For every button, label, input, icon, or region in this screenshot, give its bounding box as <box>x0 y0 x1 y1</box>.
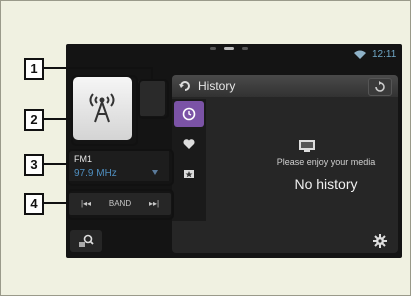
search-icon <box>79 234 94 247</box>
callout-1-leader <box>44 67 152 69</box>
tab-bookmarks[interactable] <box>174 161 204 187</box>
history-message: Please enjoy your media <box>276 157 376 167</box>
callout-3-outline <box>67 149 174 186</box>
callout-2-leader <box>44 118 72 120</box>
refresh-icon[interactable] <box>178 79 192 93</box>
history-panel: History Please enjoy your media No histo… <box>172 75 398 253</box>
callout-1-leader-drop <box>151 67 153 80</box>
wifi-icon <box>354 50 366 59</box>
history-refresh-button[interactable] <box>368 78 392 96</box>
callout-4: 4 <box>24 193 44 215</box>
callout-4-leader <box>44 202 68 204</box>
rotate-icon <box>375 81 385 92</box>
status-time: 12:11 <box>372 49 397 60</box>
search-button[interactable] <box>70 230 102 252</box>
settings-button[interactable] <box>364 230 396 252</box>
callout-4-outline <box>67 189 174 220</box>
callout-1: 1 <box>24 58 44 80</box>
gear-icon <box>373 234 387 248</box>
callout-3-leader <box>44 163 68 165</box>
callout-3: 3 <box>24 154 44 176</box>
no-history-text: No history <box>294 176 358 192</box>
tab-favorites[interactable] <box>174 131 204 157</box>
clock-icon <box>182 107 196 121</box>
callout-1-outline <box>138 79 169 119</box>
history-sidebar <box>172 99 206 221</box>
bookmark-icon <box>184 170 194 178</box>
heart-icon <box>183 139 195 149</box>
page-indicator <box>210 47 248 50</box>
history-header: History <box>172 75 398 97</box>
callout-2-outline <box>71 75 138 146</box>
media-icon <box>299 140 315 152</box>
history-title: History <box>198 79 236 93</box>
tab-recent[interactable] <box>174 101 204 127</box>
callout-2: 2 <box>24 109 44 131</box>
